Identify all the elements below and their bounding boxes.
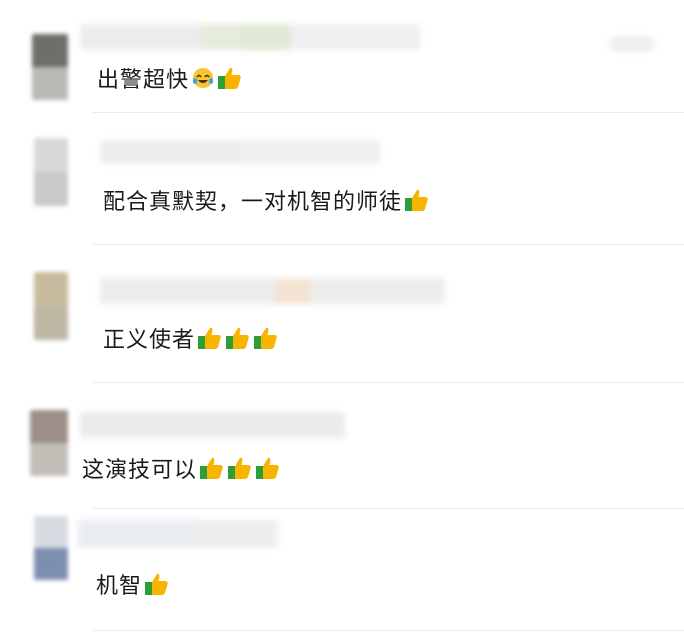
divider bbox=[92, 630, 684, 631]
thumbs-up-emoji bbox=[217, 65, 243, 91]
divider bbox=[92, 382, 684, 383]
comment-text: 机智 bbox=[96, 568, 170, 600]
thumbs-up-emoji bbox=[197, 325, 223, 351]
comment-text: 这演技可以 bbox=[82, 452, 281, 484]
thumbs-up-emoji bbox=[227, 455, 253, 481]
username-blurred[interactable] bbox=[80, 24, 420, 50]
avatar[interactable] bbox=[34, 516, 68, 580]
username-blurred[interactable] bbox=[100, 278, 445, 304]
comment-text: 出警超快 bbox=[97, 62, 243, 94]
divider bbox=[92, 112, 684, 113]
laugh-cry-emoji bbox=[191, 66, 215, 90]
username-blurred[interactable] bbox=[80, 412, 345, 438]
thumbs-up-emoji bbox=[255, 455, 281, 481]
thumbs-up-emoji bbox=[199, 455, 225, 481]
avatar[interactable] bbox=[34, 138, 68, 206]
avatar[interactable] bbox=[34, 272, 68, 340]
thumbs-up-emoji bbox=[225, 325, 251, 351]
username-blurred[interactable] bbox=[78, 520, 278, 548]
timestamp-blurred bbox=[610, 36, 654, 52]
thumbs-up-emoji bbox=[144, 571, 170, 597]
comment-item: 出警超快 bbox=[0, 0, 684, 113]
username-blurred[interactable] bbox=[100, 140, 380, 164]
comment-text: 配合真默契，一对机智的师徒 bbox=[103, 184, 430, 216]
comment-text: 正义使者 bbox=[103, 322, 279, 354]
thumbs-up-emoji bbox=[404, 187, 430, 213]
thumbs-up-emoji bbox=[253, 325, 279, 351]
avatar[interactable] bbox=[32, 34, 68, 100]
divider bbox=[92, 244, 684, 245]
avatar[interactable] bbox=[30, 410, 68, 476]
divider bbox=[92, 508, 684, 509]
